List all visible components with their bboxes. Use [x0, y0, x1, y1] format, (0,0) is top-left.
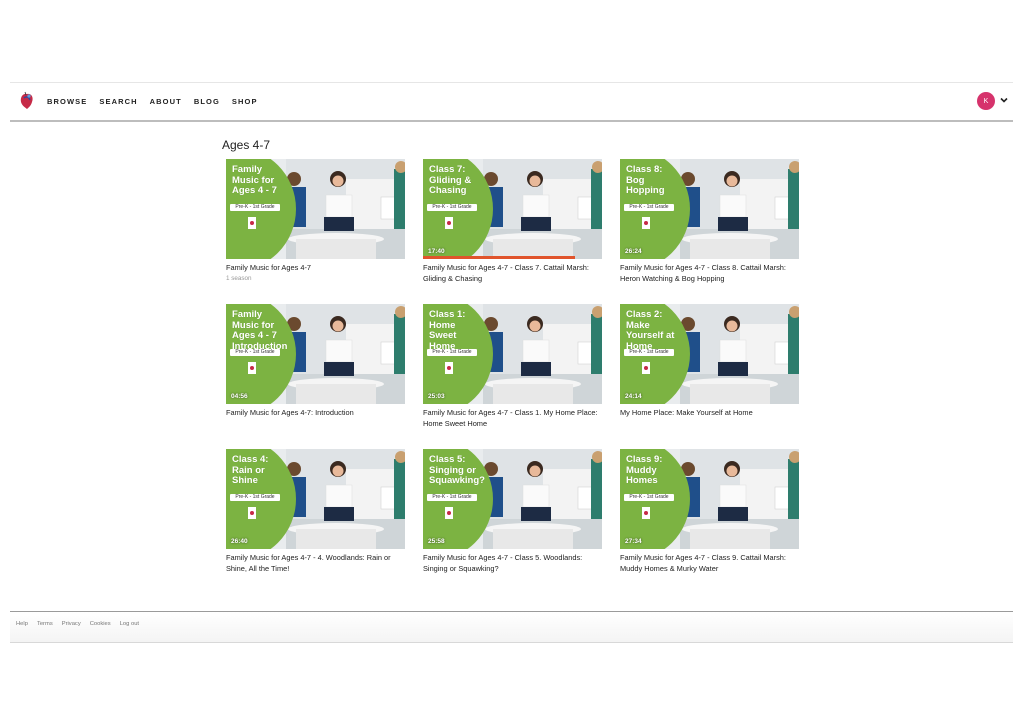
video-duration: 27:34: [625, 538, 642, 545]
video-card[interactable]: Class 7: Gliding & Chasing Pre-K - 1st G…: [423, 159, 602, 304]
video-thumbnail[interactable]: Class 5: Singing or Squawking? Pre-K - 1…: [423, 449, 602, 549]
thumbnail-title: Class 8: Bog Hopping: [626, 164, 665, 196]
header-divider: [10, 120, 1013, 122]
video-thumbnail[interactable]: Family Music for Ages 4 - 7 Introduction…: [226, 304, 405, 404]
video-thumbnail[interactable]: Class 7: Gliding & Chasing Pre-K - 1st G…: [423, 159, 602, 259]
video-card[interactable]: Class 1: Home Sweet Home Pre-K - 1st Gra…: [423, 304, 602, 449]
footer-bottom-divider: [10, 642, 1013, 643]
video-thumbnail[interactable]: Family Music for Ages 4 - 7 Pre-K - 1st …: [226, 159, 405, 259]
video-thumbnail[interactable]: Class 8: Bog Hopping Pre-K - 1st Grade 2…: [620, 159, 799, 259]
video-thumbnail[interactable]: Class 9: Muddy Homes Pre-K - 1st Grade 2…: [620, 449, 799, 549]
nav-about[interactable]: ABOUT: [150, 97, 182, 106]
video-duration: 26:40: [231, 538, 248, 545]
thumbnail-title: Class 5: Singing or Squawking?: [429, 454, 485, 486]
thumbnail-title: Class 7: Gliding & Chasing: [429, 164, 472, 196]
video-title: My Home Place: Make Yourself at Home: [620, 408, 753, 417]
thumbnail-grade: Pre-K - 1st Grade: [230, 494, 280, 501]
thumbnail-title: Class 2: Make Yourself at Home: [626, 309, 675, 352]
video-title: Family Music for Ages 4-7 - Class 1. My …: [423, 408, 598, 428]
thumbnail-grade: Pre-K - 1st Grade: [230, 204, 280, 211]
footer-links: Help Terms Privacy Cookies Log out: [16, 621, 139, 627]
video-duration: 04:56: [231, 393, 248, 400]
footer-logout[interactable]: Log out: [120, 621, 139, 627]
footer-terms[interactable]: Terms: [37, 621, 53, 627]
video-duration: 25:58: [428, 538, 445, 545]
site-footer: Help Terms Privacy Cookies Log out: [10, 612, 1013, 642]
nav-browse[interactable]: BROWSE: [47, 97, 87, 106]
video-thumbnail[interactable]: Class 1: Home Sweet Home Pre-K - 1st Gra…: [423, 304, 602, 404]
section-title: Ages 4-7: [222, 138, 271, 152]
thumbnail-grade: Pre-K - 1st Grade: [624, 204, 674, 211]
video-duration: 17:40: [428, 248, 445, 255]
main-nav: BROWSE SEARCH ABOUT BLOG SHOP: [47, 97, 258, 106]
video-card[interactable]: Class 4: Rain or Shine Pre-K - 1st Grade…: [226, 449, 405, 594]
thumbnail-title: Class 4: Rain or Shine: [232, 454, 269, 486]
video-thumbnail[interactable]: Class 2: Make Yourself at Home Pre-K - 1…: [620, 304, 799, 404]
nav-blog[interactable]: BLOG: [194, 97, 220, 106]
video-title: Family Music for Ages 4-7 - Class 9. Cat…: [620, 553, 786, 573]
nav-shop[interactable]: SHOP: [232, 97, 258, 106]
video-title: Family Music for Ages 4-7 - 4. Woodlands…: [226, 553, 391, 573]
thumbnail-title: Class 1: Home Sweet Home: [429, 309, 466, 352]
watch-progress-bar: [423, 256, 576, 259]
video-title: Family Music for Ages 4-7 - Class 7. Cat…: [423, 263, 589, 283]
thumbnail-grade: Pre-K - 1st Grade: [624, 494, 674, 501]
video-card[interactable]: Family Music for Ages 4 - 7 Introduction…: [226, 304, 405, 449]
thumbnail-grade: Pre-K - 1st Grade: [427, 494, 477, 501]
video-title: Family Music for Ages 4-7: [226, 263, 312, 272]
chevron-down-icon[interactable]: [999, 95, 1009, 105]
video-card[interactable]: Class 2: Make Yourself at Home Pre-K - 1…: [620, 304, 799, 449]
video-duration: 25:03: [428, 393, 445, 400]
video-card[interactable]: Class 8: Bog Hopping Pre-K - 1st Grade 2…: [620, 159, 799, 304]
video-title: Family Music for Ages 4-7: Introduction: [226, 408, 354, 417]
avatar-initial: K: [983, 97, 989, 105]
user-avatar[interactable]: K: [977, 92, 995, 110]
video-duration: 24:14: [625, 393, 642, 400]
footer-help[interactable]: Help: [16, 621, 28, 627]
brand-logo-icon[interactable]: [18, 91, 36, 111]
footer-privacy[interactable]: Privacy: [62, 621, 81, 627]
site-header: BROWSE SEARCH ABOUT BLOG SHOP K: [10, 83, 1013, 120]
nav-search[interactable]: SEARCH: [99, 97, 137, 106]
video-title: Family Music for Ages 4-7 - Class 8. Cat…: [620, 263, 786, 283]
thumbnail-title: Family Music for Ages 4 - 7 Introduction: [232, 309, 288, 352]
thumbnail-grade: Pre-K - 1st Grade: [230, 349, 280, 356]
video-title: Family Music for Ages 4-7 - Class 5. Woo…: [423, 553, 583, 573]
video-card[interactable]: Class 5: Singing or Squawking? Pre-K - 1…: [423, 449, 602, 594]
thumbnail-grade: Pre-K - 1st Grade: [427, 204, 477, 211]
video-subtitle: 1 season: [226, 274, 252, 282]
video-card[interactable]: Class 9: Muddy Homes Pre-K - 1st Grade 2…: [620, 449, 799, 594]
footer-cookies[interactable]: Cookies: [90, 621, 111, 627]
video-grid: Family Music for Ages 4 - 7 Pre-K - 1st …: [226, 159, 799, 594]
thumbnail-title: Class 9: Muddy Homes: [626, 454, 663, 486]
thumbnail-grade: Pre-K - 1st Grade: [624, 349, 674, 356]
video-thumbnail[interactable]: Class 4: Rain or Shine Pre-K - 1st Grade…: [226, 449, 405, 549]
thumbnail-title: Family Music for Ages 4 - 7: [232, 164, 277, 196]
video-card[interactable]: Family Music for Ages 4 - 7 Pre-K - 1st …: [226, 159, 405, 304]
video-duration: 26:24: [625, 248, 642, 255]
thumbnail-grade: Pre-K - 1st Grade: [427, 349, 477, 356]
